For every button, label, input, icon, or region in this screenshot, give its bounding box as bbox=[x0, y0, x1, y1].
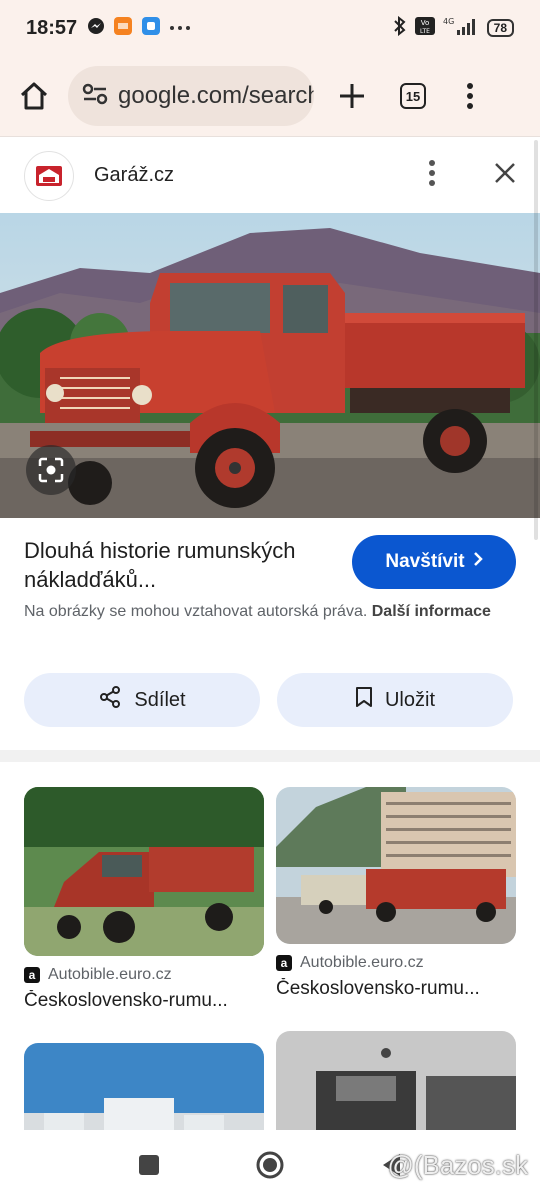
chevron-right-icon bbox=[473, 551, 483, 573]
url-bar[interactable]: google.com/search bbox=[68, 66, 314, 126]
related-result-card[interactable] bbox=[24, 1043, 264, 1133]
app-notification-icon bbox=[141, 16, 161, 41]
related-result-thumbnail[interactable] bbox=[24, 787, 264, 956]
temu-icon bbox=[113, 16, 133, 41]
related-result-thumbnail[interactable] bbox=[276, 1031, 516, 1133]
share-button-label: Sdílet bbox=[134, 688, 186, 711]
more-notifications-icon bbox=[169, 19, 191, 37]
svg-text:LTE: LTE bbox=[420, 28, 430, 35]
google-lens-button[interactable] bbox=[26, 445, 76, 495]
messenger-icon bbox=[87, 17, 105, 40]
recent-apps-button[interactable] bbox=[138, 1154, 160, 1181]
status-time: 18:57 bbox=[26, 16, 78, 39]
copyright-notice: Na obrázky se mohou vztahovat autorská p… bbox=[24, 600, 494, 624]
bluetooth-icon bbox=[393, 15, 407, 41]
copyright-text: Na obrázky se mohou vztahovat autorská p… bbox=[24, 603, 368, 620]
result-more-options-button[interactable] bbox=[428, 159, 436, 192]
new-tab-button[interactable] bbox=[338, 82, 366, 110]
related-result-source: a Autobible.euro.cz bbox=[276, 954, 516, 972]
svg-text:Vo: Vo bbox=[420, 19, 429, 27]
url-text: google.com/search bbox=[118, 82, 314, 109]
source-favicon-icon: a bbox=[276, 955, 292, 971]
related-result-card[interactable]: a Autobible.euro.cz Československo-rumu.… bbox=[24, 787, 264, 1012]
related-result-thumbnail[interactable] bbox=[24, 1043, 264, 1133]
status-bar: 18:57 Vo LTE 4G 78 bbox=[0, 0, 540, 56]
related-result-source: a Autobible.euro.cz bbox=[24, 966, 264, 984]
scrollbar[interactable] bbox=[534, 140, 538, 540]
share-button[interactable]: Sdílet bbox=[24, 673, 260, 727]
related-result-title[interactable]: Československo-rumu... bbox=[24, 990, 264, 1012]
related-result-thumbnail[interactable] bbox=[276, 787, 516, 944]
section-divider bbox=[0, 750, 540, 762]
related-result-card[interactable]: a Autobible.euro.cz Československo-rumu.… bbox=[276, 787, 516, 1000]
battery-indicator: 78 bbox=[486, 19, 514, 37]
site-name: Garáž.cz bbox=[94, 164, 175, 186]
source-favicon-icon: a bbox=[24, 967, 40, 983]
save-button-label: Uložit bbox=[384, 688, 435, 711]
browser-menu-button[interactable] bbox=[466, 82, 474, 110]
share-icon bbox=[98, 685, 122, 715]
home-button[interactable] bbox=[18, 80, 50, 112]
site-settings-icon[interactable] bbox=[82, 83, 108, 110]
related-result-card[interactable] bbox=[276, 1031, 516, 1133]
result-title[interactable]: Dlouhá historie rumunských nákladďáků... bbox=[24, 536, 324, 594]
tab-count: 15 bbox=[400, 83, 426, 109]
bookmark-icon bbox=[355, 686, 373, 714]
signal-icon: 4G bbox=[443, 16, 479, 41]
visit-button-label: Navštívit bbox=[385, 551, 465, 572]
related-source-name: Autobible.euro.cz bbox=[300, 954, 424, 971]
browser-toolbar: google.com/search 15 bbox=[0, 56, 540, 136]
result-main-image[interactable] bbox=[0, 213, 540, 518]
close-button[interactable] bbox=[494, 162, 516, 189]
related-result-title[interactable]: Československo-rumu... bbox=[276, 978, 516, 1000]
svg-text:4G: 4G bbox=[443, 17, 454, 26]
volte-icon: Vo LTE bbox=[414, 16, 435, 40]
site-logo bbox=[24, 150, 74, 201]
visit-button[interactable]: Navštívit bbox=[352, 535, 516, 589]
more-info-link[interactable]: Další informace bbox=[372, 603, 491, 620]
tab-switcher-button[interactable]: 15 bbox=[400, 83, 426, 109]
watermark: @(Bazos.sk bbox=[387, 1150, 528, 1180]
home-nav-button[interactable] bbox=[255, 1150, 285, 1185]
related-source-name: Autobible.euro.cz bbox=[48, 966, 172, 983]
save-button[interactable]: Uložit bbox=[277, 673, 513, 727]
result-site-header: Garáž.cz bbox=[0, 136, 540, 214]
